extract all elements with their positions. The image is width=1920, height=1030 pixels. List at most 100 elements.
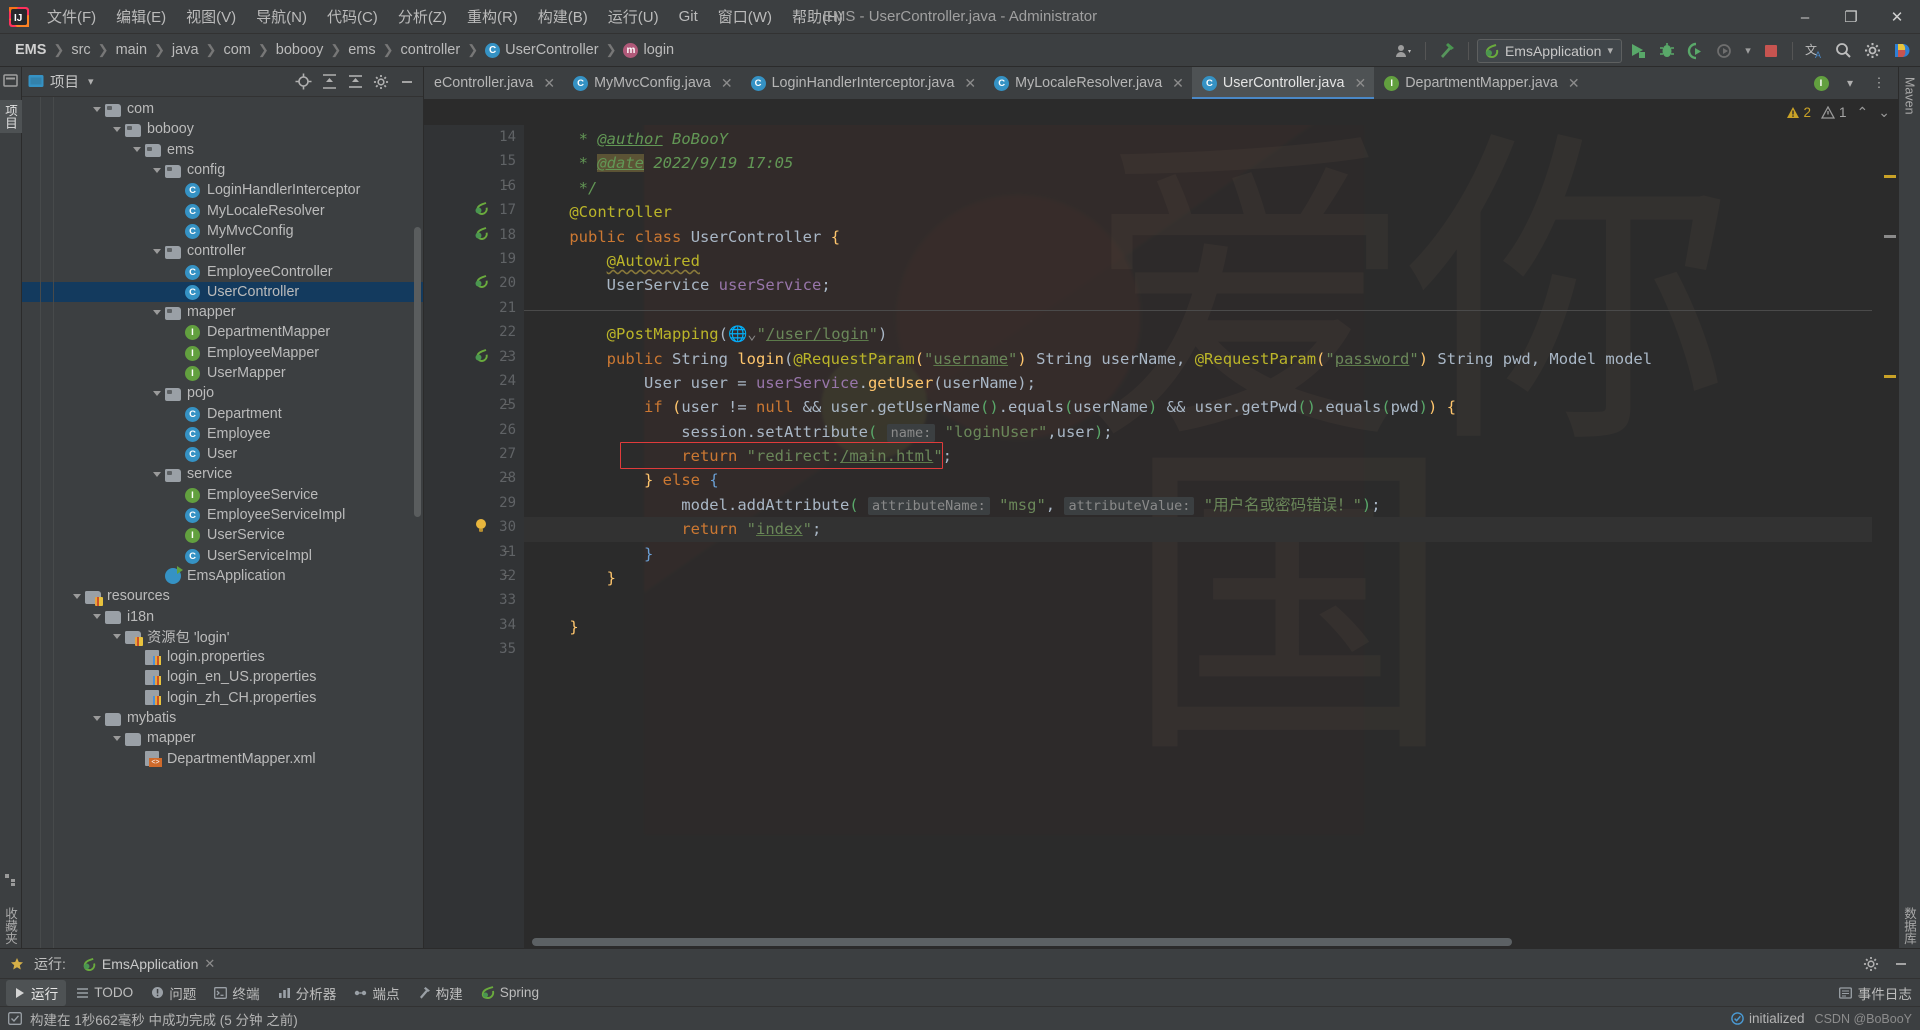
code-fold-toggle[interactable]: − [500,545,513,558]
menu-build[interactable]: 构建(B) [529,2,597,31]
gutter-line-number[interactable]: 26 [424,418,524,442]
code-fold-toggle[interactable]: − [500,569,513,582]
code-line[interactable]: public String login(@RequestParam("usern… [524,347,1872,371]
tool-window-profiler[interactable]: 分析器 [270,980,345,1006]
chevron-down-icon[interactable] [88,708,105,728]
editor-tab-departmentmapper-java[interactable]: I DepartmentMapper.java ✕ [1374,67,1587,99]
menu-navigate[interactable]: 导航(N) [247,2,316,31]
profile-icon[interactable] [1712,38,1738,64]
tree-node[interactable]: I DepartmentMapper [22,322,423,342]
star-favorites-icon[interactable] [10,957,24,971]
gutter-line-number[interactable]: 28− [424,466,524,490]
code-line[interactable]: } [524,566,1872,590]
chevron-down-icon[interactable]: ▾ [1741,38,1755,64]
tree-node[interactable]: i18n [22,606,423,626]
run-with-coverage-icon[interactable] [1683,38,1709,64]
chevron-down-icon[interactable] [68,586,85,606]
editor-markers-gutter[interactable] [1872,125,1898,948]
weak-warning-count[interactable]: 1 [1821,105,1847,120]
code-line[interactable] [524,639,1872,663]
chevron-down-icon[interactable] [108,119,125,139]
tree-node[interactable]: I EmployeeService [22,485,423,505]
gutter-line-number[interactable]: 18 [424,223,524,247]
debug-icon[interactable] [1654,38,1680,64]
chevron-down-icon[interactable] [148,160,165,180]
gutter-line-number[interactable]: 16− [424,174,524,198]
spring-class-icon[interactable] [474,226,492,244]
chevron-down-icon[interactable] [148,464,165,484]
tree-node[interactable]: login.properties [22,647,423,667]
chevron-down-icon[interactable] [148,302,165,322]
close-icon[interactable]: ✕ [721,75,733,92]
tool-window-endpoints[interactable]: 端点 [346,980,407,1006]
tree-node[interactable]: I EmployeeMapper [22,343,423,363]
tool-window-event-log[interactable]: 事件日志 [1838,983,1912,1003]
tree-node[interactable]: mapper [22,302,423,322]
tree-node[interactable]: I UserService [22,525,423,545]
sidebar-item-maven[interactable]: Maven [1901,73,1919,119]
settings-gear-icon[interactable] [1858,951,1884,977]
warning-count[interactable]: 2 [1786,105,1811,120]
gutter-line-number[interactable]: 20 [424,271,524,295]
user-account-icon[interactable] [1391,38,1417,64]
menu-git[interactable]: Git [670,4,707,29]
tree-node[interactable]: C MyLocaleResolver [22,200,423,220]
next-problem-icon[interactable]: ⌄ [1878,104,1890,121]
settings-gear-icon[interactable] [1859,38,1885,64]
sidebar-item-database[interactable]: 数据库 [1898,903,1920,949]
editor-gutter[interactable]: 14 15 16− 17 18 19 20 21 22 23− 24 25− 26 27 28− 29 30 31… [424,125,524,948]
tree-node[interactable]: C MyMvcConfig [22,221,423,241]
hammer-build-icon[interactable] [1434,38,1460,64]
run-tab-emsapplication[interactable]: EmsApplication ✕ [76,953,221,975]
code-line[interactable]: } [524,615,1872,639]
tree-node[interactable]: C LoginHandlerInterceptor [22,180,423,200]
tree-node[interactable]: service [22,464,423,484]
chevron-down-icon[interactable] [88,99,105,119]
run-icon[interactable] [1625,38,1651,64]
gutter-line-number[interactable]: 32− [424,564,524,588]
code-line[interactable]: @PostMapping(🌐⌄"/user/login") [524,322,1872,346]
gutter-line-number[interactable]: 33 [424,588,524,612]
tree-node[interactable]: resources [22,586,423,606]
intention-bulb-icon[interactable] [474,518,492,536]
minimize-button[interactable]: – [1782,0,1828,34]
tree-node[interactable]: com [22,99,423,119]
tree-node[interactable]: controller [22,241,423,261]
gutter-line-number[interactable]: 21 [424,296,524,320]
code-content[interactable]: 爱你 国 * @author BoBooY * @date 2022/9/19 … [524,125,1872,948]
tree-node[interactable]: C UserServiceImpl [22,546,423,566]
sidebar-item-favorites[interactable]: 收藏夹 [0,903,22,949]
code-line[interactable]: model.addAttribute( attributeName: "msg"… [524,493,1872,517]
close-icon[interactable]: ✕ [1568,75,1580,92]
spring-autowired-icon[interactable] [474,274,492,292]
gutter-line-number[interactable]: 15 [424,149,524,173]
tree-node[interactable]: login_en_US.properties [22,667,423,687]
gutter-line-number[interactable]: 24 [424,369,524,393]
editor-tab-usercontroller-java[interactable]: C UserController.java ✕ [1191,67,1375,99]
gutter-line-number[interactable]: 27 [424,442,524,466]
tree-node[interactable]: mapper [22,728,423,748]
gutter-line-number[interactable]: 31− [424,540,524,564]
tree-node[interactable]: bobooy [22,119,423,139]
menu-refactor[interactable]: 重构(R) [458,2,527,31]
breadcrumb-com[interactable]: com [218,40,255,60]
tree-node[interactable]: EmsApplication [22,565,423,586]
close-icon[interactable]: ✕ [1354,75,1366,92]
tree-node[interactable]: C Employee [22,424,423,444]
tool-window-todo[interactable]: TODO [68,982,141,1003]
tree-node-selected[interactable]: C UserController [22,281,423,302]
project-tree[interactable]: com bobooy ems config C LoginHandlerIntercept… [22,97,423,948]
spring-bean-icon[interactable] [474,201,492,219]
code-line[interactable]: @Controller [524,200,1872,224]
menu-code[interactable]: 代码(C) [318,2,387,31]
gutter-line-number[interactable]: 17 [424,198,524,222]
gutter-line-number[interactable]: 19 [424,247,524,271]
editor-tab-mylocaleresolver-java[interactable]: C MyLocaleResolver.java ✕ [984,67,1192,99]
menu-help[interactable]: 帮助(H) [783,2,852,31]
code-fold-toggle[interactable]: − [500,350,513,363]
status-badge[interactable]: initialized [1731,1011,1805,1026]
tree-node[interactable]: C EmployeeServiceImpl [22,505,423,525]
code-line[interactable]: */ [524,176,1872,200]
gutter-line-number[interactable]: 30 [424,515,524,539]
code-line[interactable]: session.setAttribute( name: "loginUser",… [524,420,1872,444]
